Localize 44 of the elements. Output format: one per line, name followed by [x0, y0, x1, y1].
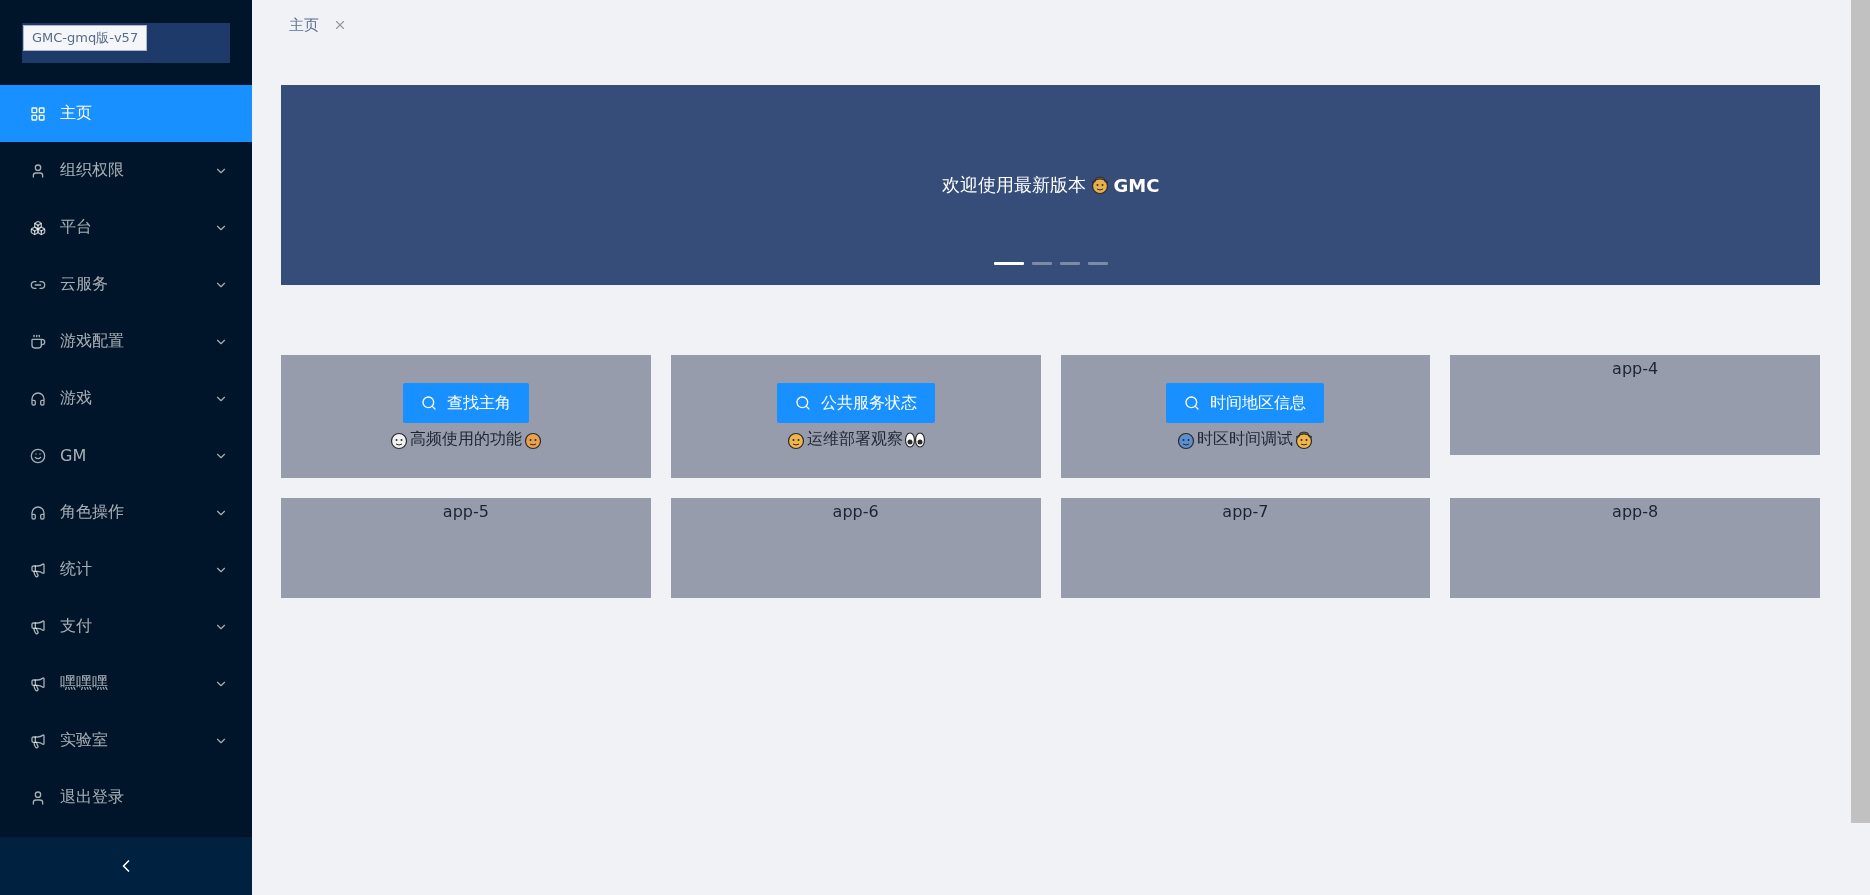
- menu-item[interactable]: 嘿嘿嘿: [0, 655, 252, 712]
- menu-item[interactable]: 游戏: [0, 370, 252, 427]
- eyes-icon: [903, 430, 926, 449]
- card-caption: 时区时间调试: [1197, 429, 1294, 450]
- megaphone-icon: [30, 675, 46, 692]
- search-icon: [1184, 395, 1201, 411]
- card-title: app-7: [1222, 502, 1269, 521]
- search-icon: [420, 395, 437, 411]
- headphones-icon: [30, 504, 46, 521]
- menu-item[interactable]: GM: [0, 427, 252, 484]
- card-title: app-8: [1612, 502, 1659, 521]
- close-icon[interactable]: [333, 18, 347, 32]
- tab[interactable]: 主页: [281, 15, 355, 35]
- headphones-icon: [30, 390, 46, 407]
- menu-item[interactable]: 云服务: [0, 256, 252, 313]
- user-icon: [30, 162, 46, 179]
- cup-icon: [30, 333, 46, 350]
- smile-icon: [30, 447, 46, 464]
- user-icon: [30, 789, 46, 806]
- menu-item[interactable]: 组织权限: [0, 142, 252, 199]
- card-title: app-6: [832, 502, 879, 521]
- megaphone-icon: [30, 732, 46, 749]
- megaphone-icon: [30, 618, 46, 635]
- menu-item[interactable]: 支付: [0, 598, 252, 655]
- menu-item[interactable]: 游戏配置: [0, 313, 252, 370]
- megaphone-icon: [30, 561, 46, 578]
- scrollbar[interactable]: [1851, 0, 1870, 823]
- banner-brand: GMC: [1113, 174, 1160, 196]
- banner-title: 欢迎使用最新版本: [941, 173, 1086, 197]
- boxes-icon: [30, 219, 46, 236]
- menu-item[interactable]: 退出登录: [0, 769, 252, 826]
- menu-item[interactable]: 实验室: [0, 712, 252, 769]
- card-title: app-5: [442, 502, 489, 521]
- menu-item[interactable]: 角色操作: [0, 484, 252, 541]
- card-caption: 运维部署观察: [806, 429, 903, 450]
- card-title: app-4: [1612, 359, 1659, 378]
- card-caption: 高频使用的功能: [409, 429, 522, 450]
- search-icon: [794, 395, 811, 411]
- cowboy-face-icon: [1089, 175, 1110, 195]
- menu-item[interactable]: 平台: [0, 199, 252, 256]
- logo-label: GMC-gmq版-v57: [23, 24, 148, 51]
- menu-item[interactable]: 统计: [0, 541, 252, 598]
- grid-icon: [30, 105, 46, 122]
- cowboy-face-icon: [1294, 429, 1315, 450]
